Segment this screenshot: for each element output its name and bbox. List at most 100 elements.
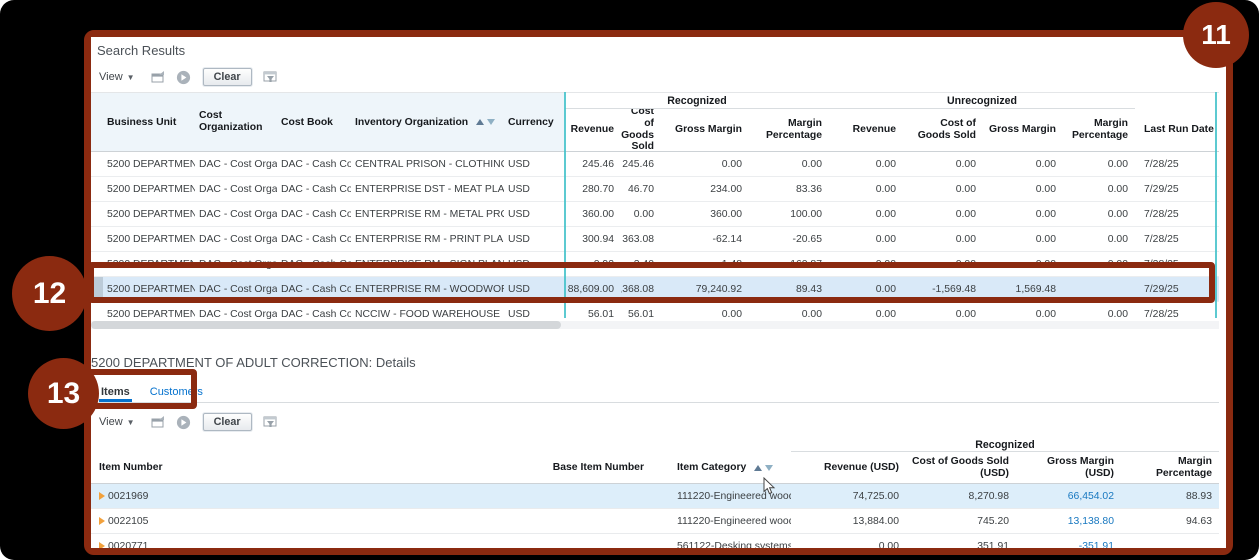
query-by-example-icon[interactable] xyxy=(262,69,280,85)
col-header-item-number[interactable]: Item Number xyxy=(91,452,471,483)
item-category-label: Item Category xyxy=(677,462,747,473)
cell-cogs-usd: 745.20 xyxy=(977,515,1009,527)
cell-recognized-cogs: 46.70 xyxy=(627,183,654,195)
cell-recognized-cogs: 363.08 xyxy=(622,233,654,245)
search-result-row[interactable]: 5200 DEPARTMENT OF DAC - Cost Organiz DAC … xyxy=(91,227,1219,252)
caret-down-icon: ▼ xyxy=(126,72,135,82)
cell-inventory-organization: ENTERPRISE DST - MEAT PLANT xyxy=(355,183,504,195)
cell-revenue-usd: 74,725.00 xyxy=(852,490,899,502)
col-header-currency[interactable]: Currency xyxy=(504,117,565,128)
cell-recognized-revenue: 300.94 xyxy=(582,233,614,245)
sort-descending-icon[interactable] xyxy=(487,119,496,125)
cell-business-unit: 5200 DEPARTMENT OF xyxy=(107,183,195,195)
col-header-unrecognized-margin-percentage[interactable]: Margin Percentage xyxy=(1063,109,1135,150)
sort-ascending-icon[interactable] xyxy=(754,464,763,471)
col-header-recognized-margin-percentage[interactable]: Margin Percentage xyxy=(749,109,829,150)
cell-cost-book: DAC - Cash Cost B xyxy=(281,158,351,170)
col-header-recognized-gross-margin[interactable]: Gross Margin xyxy=(661,109,749,150)
annotation-callout-13: 13 xyxy=(28,358,99,429)
cell-unrecognized-cogs: 0.00 xyxy=(955,158,976,170)
group-header-unrecognized: Unrecognized xyxy=(829,93,1135,109)
row-selector-cell[interactable] xyxy=(91,177,103,201)
query-by-example-icon[interactable] xyxy=(262,414,280,430)
cell-recognized-revenue: 280.70 xyxy=(582,183,614,195)
sort-ascending-icon[interactable] xyxy=(476,119,485,125)
cell-unrecognized-margin-percentage: 0.00 xyxy=(1107,233,1128,245)
col-header-unrecognized-cogs[interactable]: Cost of Goods Sold xyxy=(903,109,983,150)
cell-last-run-date: 7/29/25 xyxy=(1144,183,1179,195)
row-selector-cell[interactable] xyxy=(91,202,103,226)
item-number-text: 0022105 xyxy=(108,515,149,527)
cell-last-run-date: 7/28/25 xyxy=(1144,158,1179,170)
col-header-business-unit[interactable]: Business Unit xyxy=(103,117,195,128)
go-icon[interactable] xyxy=(175,69,193,85)
cell-recognized-margin-percentage: 100.00 xyxy=(790,208,822,220)
col-header-recognized-cogs[interactable]: Cost of Goods Sold xyxy=(621,109,661,150)
cell-unrecognized-margin-percentage: 0.00 xyxy=(1107,183,1128,195)
search-result-row[interactable]: 5200 DEPARTMENT OF DAC - Cost Organiz DAC … xyxy=(91,152,1219,177)
items-table: Recognized Item Number Base Item Number … xyxy=(91,438,1219,548)
cell-gross-margin-link[interactable]: 66,454.02 xyxy=(1016,484,1121,508)
cell-base-item-number xyxy=(471,484,651,508)
col-header-cost-organization[interactable]: Cost Organization xyxy=(195,110,277,133)
detach-icon[interactable] xyxy=(149,69,167,85)
col-header-revenue-usd[interactable]: Revenue (USD) xyxy=(791,452,906,483)
cell-unrecognized-gross-margin: 0.00 xyxy=(1035,158,1056,170)
col-header-recognized-revenue[interactable]: Revenue xyxy=(565,109,621,150)
cell-gross-margin-link[interactable]: -351.91 xyxy=(1016,534,1121,549)
annotation-callout-12: 12 xyxy=(12,256,87,331)
cell-inventory-organization: ENTERPRISE RM - PRINT PLANT xyxy=(355,233,504,245)
search-result-row[interactable]: 5200 DEPARTMENT OF DAC - Cost Organiz DAC … xyxy=(91,202,1219,227)
cell-unrecognized-revenue: 0.00 xyxy=(875,233,896,245)
row-selector-cell[interactable] xyxy=(91,152,103,176)
annotation-rect-selected-row xyxy=(88,262,1215,303)
col-header-inventory-organization[interactable]: Inventory Organization xyxy=(351,117,504,128)
col-header-last-run-date[interactable]: Last Run Date xyxy=(1135,109,1219,150)
cell-business-unit: 5200 DEPARTMENT OF xyxy=(107,233,195,245)
column-group-row: Recognized Unrecognized xyxy=(565,93,1219,109)
cell-inventory-organization: CENTRAL PRISON - CLOTHING W xyxy=(355,158,504,170)
item-row[interactable]: 0022105 111220-Engineered wood pro 13,884.… xyxy=(91,509,1219,534)
item-row[interactable]: 0020771 561122-Desking systems 0.00 351.91-… xyxy=(91,534,1219,548)
cell-item-number[interactable]: 0022105 xyxy=(91,509,471,533)
cell-currency: USD xyxy=(508,158,530,170)
frozen-columns-header: Business Unit Cost Organization Cost Boo… xyxy=(91,93,565,151)
cell-recognized-gross-margin: -62.14 xyxy=(712,233,742,245)
col-header-unrecognized-revenue[interactable]: Revenue xyxy=(829,109,903,150)
cell-unrecognized-gross-margin: 0.00 xyxy=(1035,208,1056,220)
row-selector-cell[interactable] xyxy=(91,227,103,251)
cell-cost-book: DAC - Cash Cost B xyxy=(281,208,351,220)
cell-unrecognized-gross-margin: 0.00 xyxy=(1035,183,1056,195)
col-header-cost-book[interactable]: Cost Book xyxy=(277,117,351,128)
cell-currency: USD xyxy=(508,233,530,245)
search-result-row[interactable]: 5200 DEPARTMENT OF DAC - Cost Organiz DAC … xyxy=(91,177,1219,202)
col-header-margin-percentage[interactable]: Margin Percentage xyxy=(1121,452,1219,483)
cell-item-number[interactable]: 0020771 xyxy=(91,534,471,548)
sort-descending-icon[interactable] xyxy=(765,464,774,471)
column-label-row: Revenue Cost of Goods Sold Gross Margin … xyxy=(565,109,1219,150)
cell-margin-percentage: 88.93 xyxy=(1185,490,1212,502)
cell-revenue-usd: 0.00 xyxy=(878,540,899,549)
cell-cost-organization: DAC - Cost Organiz xyxy=(199,183,277,195)
clear-button[interactable]: Clear xyxy=(202,413,252,431)
scrollbar-thumb[interactable] xyxy=(91,321,561,329)
col-header-unrecognized-gross-margin[interactable]: Gross Margin xyxy=(983,109,1063,150)
flag-icon xyxy=(99,492,105,500)
cell-cost-organization: DAC - Cost Organiz xyxy=(199,233,277,245)
col-header-cogs-usd[interactable]: Cost of Goods Sold (USD) xyxy=(906,452,1016,483)
detach-icon[interactable] xyxy=(149,414,167,430)
view-menu-button[interactable]: View ▼ xyxy=(99,71,135,83)
horizontal-scrollbar[interactable] xyxy=(91,321,1219,329)
details-tab-bar: Items Customers xyxy=(91,378,1219,403)
col-header-gross-margin-usd[interactable]: Gross Margin (USD) xyxy=(1016,452,1121,483)
cell-item-number[interactable]: 0021969 xyxy=(91,484,471,508)
view-menu-button[interactable]: View ▼ xyxy=(99,416,135,428)
inventory-organization-label: Inventory Organization xyxy=(355,116,469,128)
col-header-base-item-number[interactable]: Base Item Number xyxy=(471,452,651,483)
go-icon[interactable] xyxy=(175,414,193,430)
cell-gross-margin-link[interactable]: 13,138.80 xyxy=(1016,509,1121,533)
cell-cost-organization: DAC - Cost Organiz xyxy=(199,208,277,220)
item-row[interactable]: 0021969111220-Engineered wood pro74,725.… xyxy=(91,484,1219,509)
cell-currency: USD xyxy=(508,208,530,220)
clear-button[interactable]: Clear xyxy=(202,68,252,86)
